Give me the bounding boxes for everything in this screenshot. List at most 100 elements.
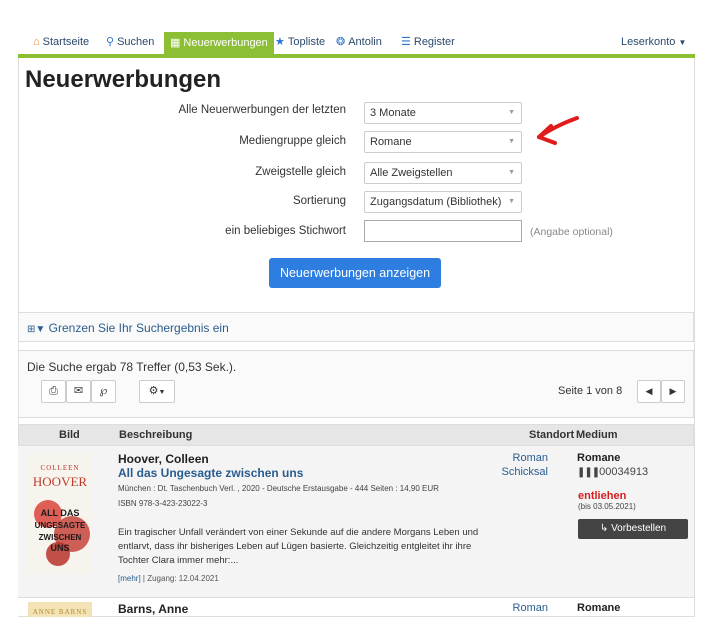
- col-medium: Medium: [576, 429, 618, 441]
- select-caret-icon: ▼: [508, 169, 515, 176]
- sort-value: Zugangsdatum (Bibliothek): [370, 196, 502, 208]
- keyword-label: ein beliebiges Stichwort: [225, 225, 346, 237]
- settings-button[interactable]: ⚙▼: [139, 380, 175, 403]
- nav-antolin-label: Antolin: [348, 36, 382, 48]
- envelope-icon: ✉: [73, 385, 84, 397]
- book-more-row: [mehr] | Zugang: 12.04.2021: [118, 574, 219, 583]
- list-icon: ☰: [401, 36, 411, 48]
- star-icon: ★: [275, 36, 285, 48]
- rss-icon: ℘: [99, 385, 108, 397]
- print-button[interactable]: ⎙: [41, 380, 66, 403]
- book-isbn: ISBN 978-3-423-23022-3: [118, 499, 208, 508]
- media-select[interactable]: Romane ▼: [364, 131, 522, 153]
- nav-home[interactable]: ⌂ Startseite: [33, 32, 89, 54]
- medium-label: Romane: [577, 452, 621, 464]
- nav-account[interactable]: Leserkonto ▼: [621, 32, 686, 54]
- filter-panel: ⊞▼ Grenzen Sie Ihr Suchergebnis ein: [18, 312, 694, 342]
- rss-button[interactable]: ℘: [91, 380, 116, 403]
- optional-hint: (Angabe optional): [530, 226, 613, 238]
- media-label: Mediengruppe gleich: [239, 135, 346, 147]
- book-cover[interactable]: ANNE BARNS: [28, 602, 92, 617]
- chevron-right-icon: ▶: [669, 386, 677, 396]
- access-date: | Zugang: 12.04.2021: [142, 574, 219, 583]
- location-link[interactable]: Roman: [513, 452, 548, 464]
- book-publication: München : Dt. Taschenbuch Verl. , 2020 -…: [118, 484, 439, 493]
- filter-label: Grenzen Sie Ihr Suchergebnis ein: [48, 321, 229, 335]
- book-author: Barns, Anne: [118, 602, 189, 616]
- page-title: Neuerwerbungen: [25, 66, 222, 93]
- keyword-input[interactable]: [364, 220, 522, 242]
- nav-antolin[interactable]: ❂ Antolin: [336, 32, 382, 54]
- barcode-number: 00034913: [599, 466, 649, 478]
- caret-down-icon: ▼: [158, 389, 166, 396]
- nav-search-label: Suchen: [117, 36, 155, 48]
- barcode: ❚❚❚00034913: [577, 466, 648, 478]
- search-icon: ⚲: [106, 36, 115, 48]
- cover-name-text: HOOVER: [33, 474, 87, 489]
- due-date: (bis 03.05.2021): [578, 502, 636, 511]
- nav-toplist[interactable]: ★ Topliste: [275, 32, 325, 54]
- gear-icon: ⚙: [148, 385, 159, 397]
- sort-select[interactable]: Zugangsdatum (Bibliothek) ▼: [364, 191, 522, 213]
- location-link[interactable]: Roman: [513, 602, 548, 614]
- nav-new-label: Neuerwerbungen: [183, 37, 268, 49]
- chevron-left-icon: ◀: [645, 386, 653, 396]
- nav-register[interactable]: ☰ Register: [401, 32, 455, 54]
- show-new-acquisitions-button[interactable]: Neuerwerbungen anzeigen: [269, 258, 441, 288]
- media-value: Romane: [370, 136, 412, 148]
- nav-home-label: Startseite: [42, 36, 90, 48]
- cover-top-text: COLLEEN: [41, 464, 80, 472]
- select-caret-icon: ▼: [508, 198, 515, 205]
- book-author: Hoover, Colleen: [118, 452, 209, 466]
- nav-register-label: Register: [413, 36, 455, 48]
- svg-text:UNS: UNS: [50, 543, 69, 553]
- table-row: COLLEEN HOOVER ALL DAS UNGESAGTE ZWISCHE…: [18, 446, 694, 598]
- book-title[interactable]: All das Ungesagte zwischen uns: [118, 466, 303, 480]
- result-panel: Die Suche ergab 78 Treffer (0,53 Sek.). …: [18, 350, 694, 418]
- next-page-button[interactable]: ▶: [661, 380, 685, 403]
- branch-value: Alle Zweigstellen: [370, 167, 453, 179]
- col-description: Beschreibung: [119, 429, 193, 441]
- antolin-icon: ❂: [336, 36, 346, 48]
- filter-toggle[interactable]: ⊞▼ Grenzen Sie Ihr Suchergebnis ein: [27, 321, 229, 335]
- reserve-button[interactable]: ↳ Vorbestellen: [578, 519, 688, 539]
- barcode-icon: ❚❚❚: [577, 467, 600, 478]
- svg-text:ZWISCHEN: ZWISCHEN: [39, 533, 82, 542]
- reserve-icon: ↳: [599, 523, 609, 534]
- red-arrow-annotation: [537, 116, 579, 145]
- email-button[interactable]: ✉: [66, 380, 91, 403]
- select-caret-icon: ▼: [508, 109, 515, 116]
- location-link-2[interactable]: Schicksal: [502, 466, 548, 478]
- calendar-icon: ▦: [170, 37, 181, 49]
- page-info: Seite 1 von 8: [558, 385, 623, 397]
- cover-art: COLLEEN HOOVER ALL DAS UNGESAGTE ZWISCHE…: [28, 454, 92, 574]
- nav-new-acquisitions[interactable]: ▦ Neuerwerbungen: [164, 32, 274, 54]
- period-label: Alle Neuerwerbungen der letzten: [178, 104, 347, 116]
- col-location: Standort: [529, 429, 575, 441]
- prev-page-button[interactable]: ◀: [637, 380, 661, 403]
- book-cover[interactable]: COLLEEN HOOVER ALL DAS UNGESAGTE ZWISCHE…: [28, 454, 92, 574]
- branch-select[interactable]: Alle Zweigstellen ▼: [364, 162, 522, 184]
- more-link[interactable]: [mehr]: [118, 574, 141, 583]
- period-select[interactable]: 3 Monate ▼: [364, 102, 522, 124]
- book-description: Ein tragischer Unfall verändert von eine…: [118, 527, 479, 566]
- nav-search[interactable]: ⚲ Suchen: [106, 32, 154, 54]
- result-summary: Die Suche ergab 78 Treffer (0,53 Sek.).: [27, 360, 237, 374]
- medium-label: Romane: [577, 602, 621, 614]
- nav-toplist-label: Topliste: [287, 36, 326, 48]
- svg-text:ALL DAS: ALL DAS: [41, 508, 80, 518]
- period-value: 3 Monate: [370, 107, 416, 119]
- select-caret-icon: ▼: [508, 138, 515, 145]
- status-badge: entliehen: [578, 490, 627, 502]
- branch-label: Zweigstelle gleich: [255, 166, 346, 178]
- caret-down-icon: ▼: [678, 38, 687, 47]
- col-image: Bild: [59, 429, 80, 441]
- home-icon: ⌂: [33, 36, 40, 48]
- reserve-label: Vorbestellen: [611, 523, 667, 534]
- cover-art: ANNE BARNS: [33, 608, 87, 616]
- table-row: ANNE BARNS Barns, Anne Roman Romane: [18, 598, 694, 617]
- svg-text:UNGESAGTE: UNGESAGTE: [35, 521, 86, 530]
- print-icon: ⎙: [49, 385, 58, 397]
- filter-icon: ▼: [35, 324, 46, 335]
- nav-account-label: Leserkonto: [621, 36, 676, 48]
